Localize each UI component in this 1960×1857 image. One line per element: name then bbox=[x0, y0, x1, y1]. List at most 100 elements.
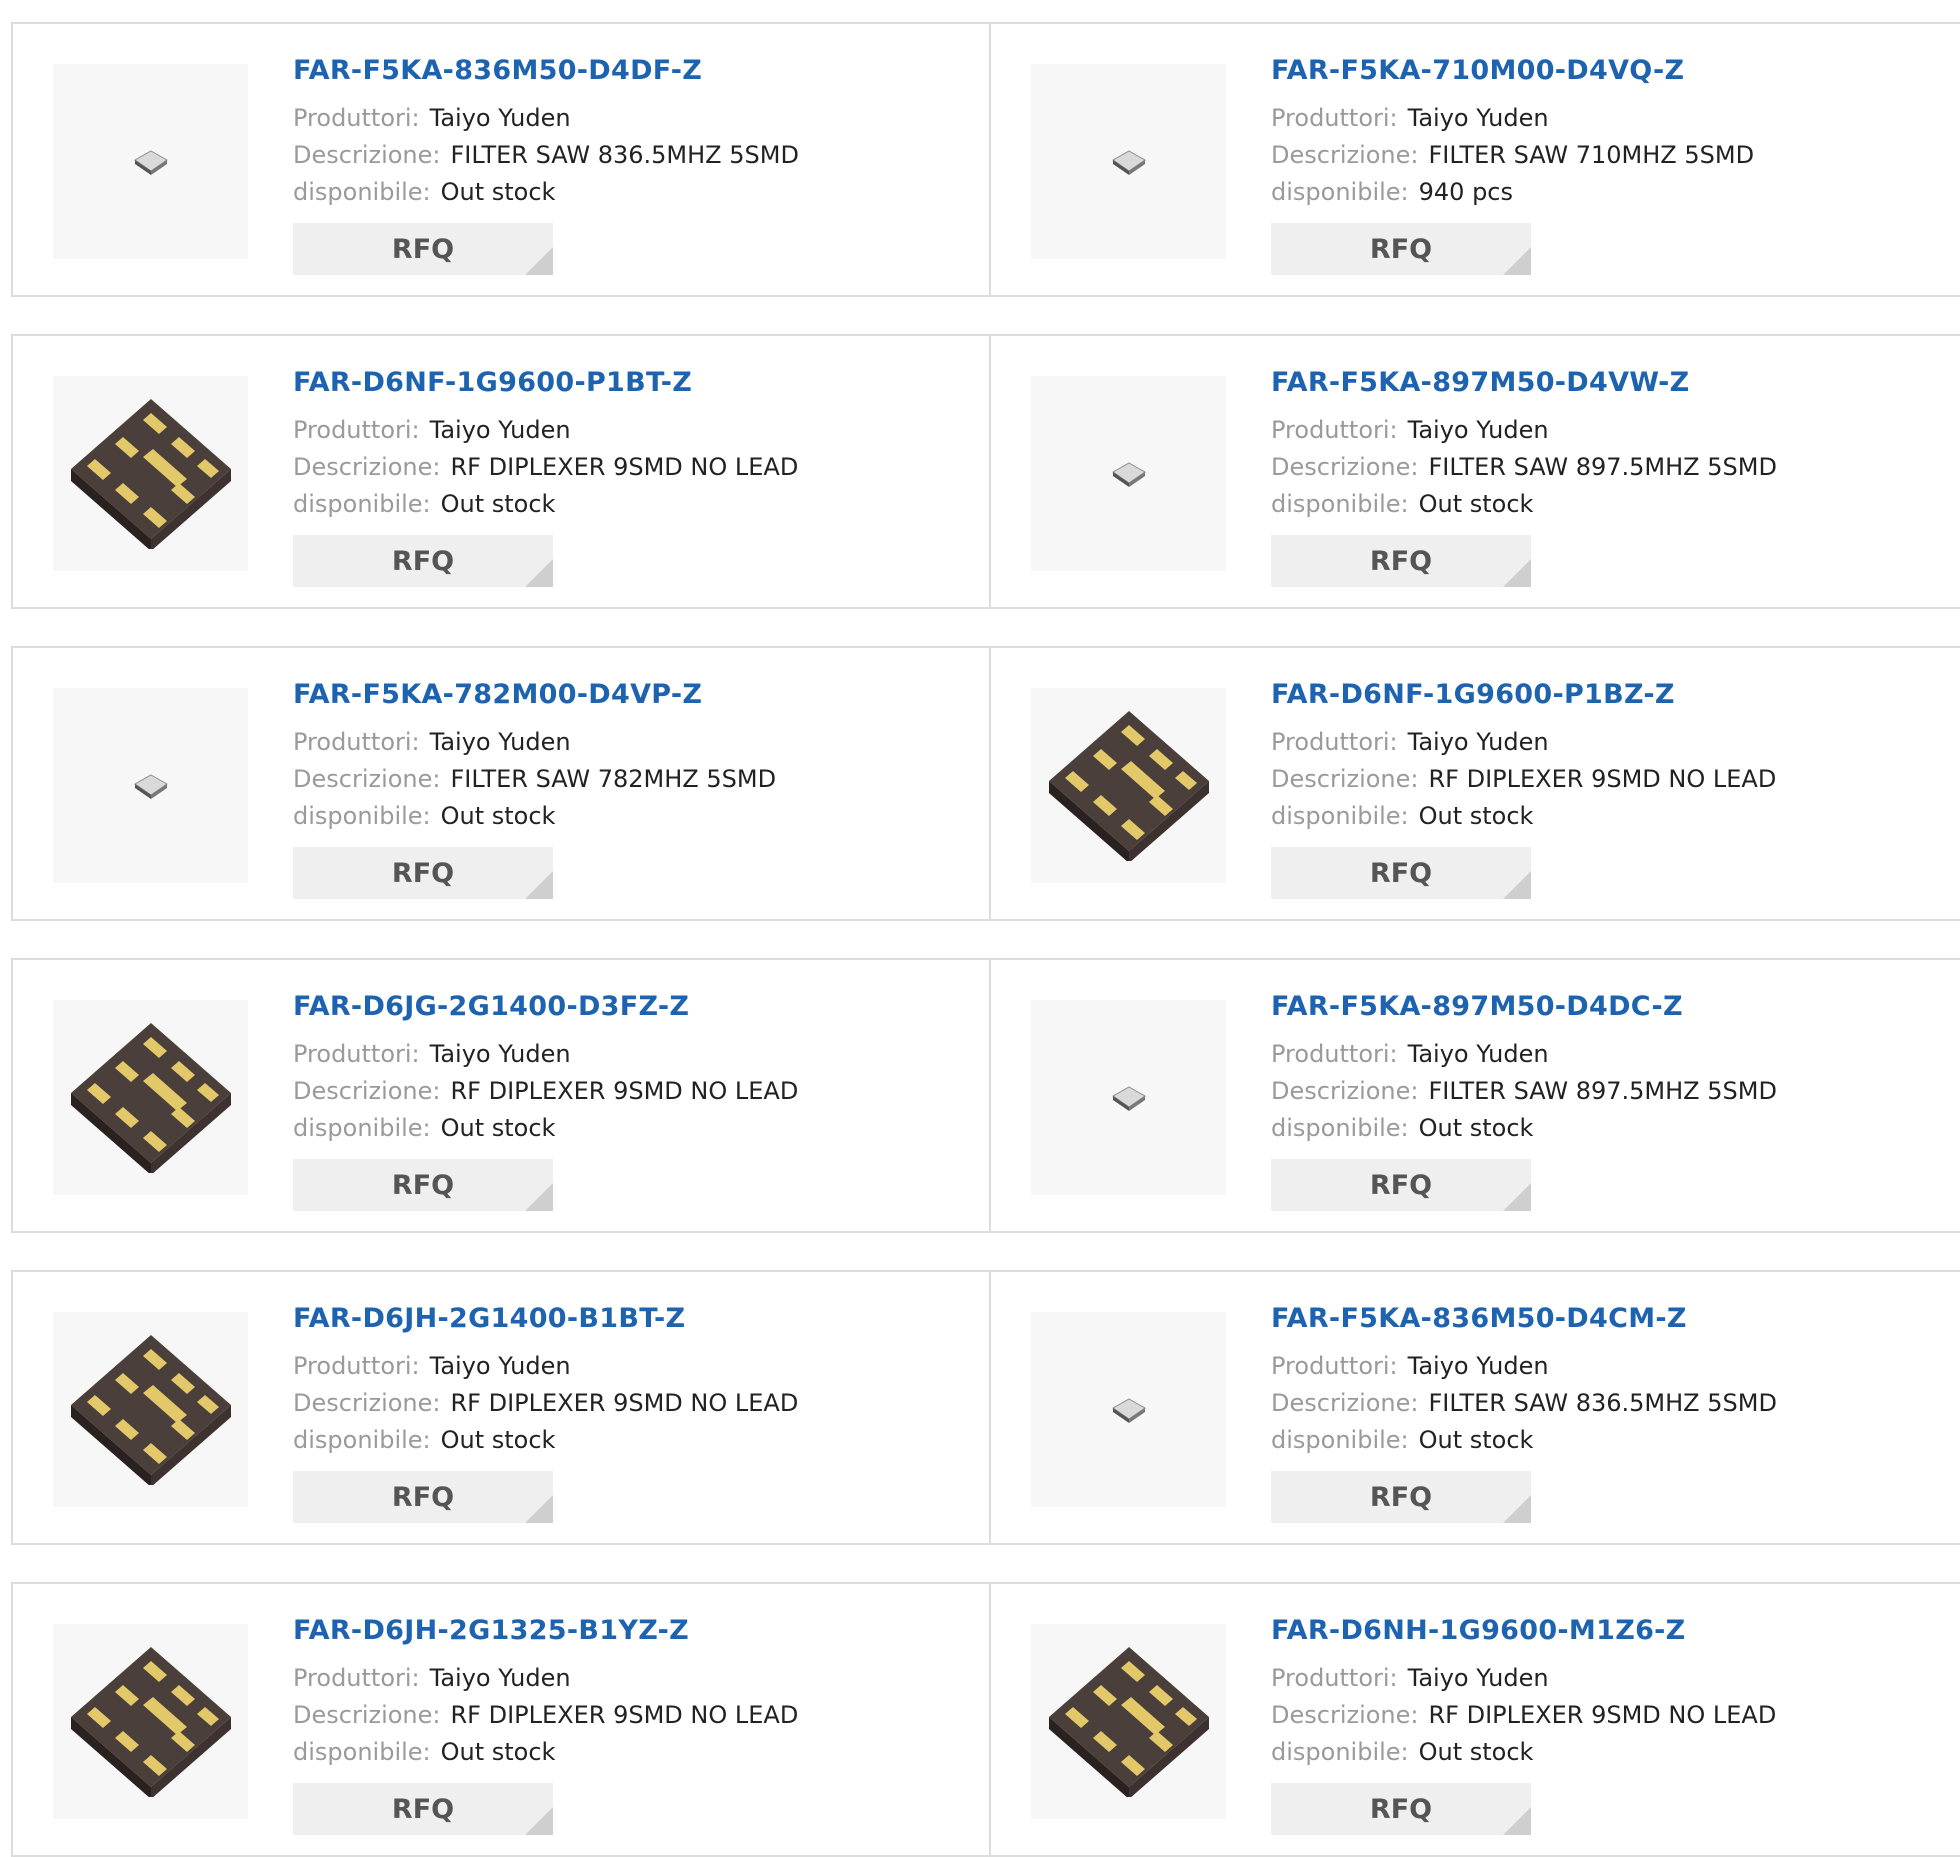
product-image[interactable] bbox=[53, 376, 248, 571]
product-image[interactable] bbox=[1031, 1624, 1226, 1819]
part-number-link[interactable]: FAR-F5KA-710M00-D4VQ-Z bbox=[1271, 54, 1754, 88]
manufacturer-label: Produttori: bbox=[1271, 1352, 1398, 1380]
product-row: FAR-D6JG-2G1400-D3FZ-Z Produttori: Taiyo Y… bbox=[11, 958, 1960, 1233]
description-label: Descrizione: bbox=[293, 1077, 441, 1105]
part-number-link[interactable]: FAR-D6NF-1G9600-P1BZ-Z bbox=[1271, 678, 1776, 712]
rfq-label: RFQ bbox=[391, 1793, 455, 1825]
availability-line: disponibile: Out stock bbox=[293, 1734, 798, 1771]
product-image[interactable] bbox=[53, 1624, 248, 1819]
description-line: Descrizione: RF DIPLEXER 9SMD NO LEAD bbox=[293, 1697, 798, 1734]
corner-triangle-icon bbox=[1503, 1495, 1531, 1523]
product-image[interactable] bbox=[53, 1000, 248, 1195]
rfq-button[interactable]: RFQ bbox=[1271, 1159, 1531, 1211]
description-label: Descrizione: bbox=[293, 1389, 441, 1417]
manufacturer-label: Produttori: bbox=[1271, 1040, 1398, 1068]
availability-value: Out stock bbox=[1418, 1738, 1534, 1766]
rfq-button[interactable]: RFQ bbox=[293, 1471, 553, 1523]
part-number-link[interactable]: FAR-D6JG-2G1400-D3FZ-Z bbox=[293, 990, 798, 1024]
manufacturer-label: Produttori: bbox=[1271, 416, 1398, 444]
rfq-button[interactable]: RFQ bbox=[1271, 847, 1531, 899]
rfq-label: RFQ bbox=[391, 1481, 455, 1513]
part-number-link[interactable]: FAR-D6JH-2G1325-B1YZ-Z bbox=[293, 1614, 798, 1648]
part-number-link[interactable]: FAR-F5KA-897M50-D4VW-Z bbox=[1271, 366, 1777, 400]
diplexer-chip-icon bbox=[61, 398, 241, 549]
availability-value: Out stock bbox=[1418, 1426, 1534, 1454]
product-image[interactable] bbox=[53, 64, 248, 259]
part-number-link[interactable]: FAR-F5KA-836M50-D4DF-Z bbox=[293, 54, 799, 88]
product-image[interactable] bbox=[1031, 688, 1226, 883]
part-number-link[interactable]: FAR-F5KA-836M50-D4CM-Z bbox=[1271, 1302, 1777, 1336]
product-card: FAR-F5KA-897M50-D4VW-Z Produttori: Taiyo Y… bbox=[991, 336, 1960, 607]
small-chip-icon bbox=[1109, 1395, 1149, 1425]
product-image[interactable] bbox=[1031, 1312, 1226, 1507]
rfq-button[interactable]: RFQ bbox=[1271, 535, 1531, 587]
product-image[interactable] bbox=[1031, 1000, 1226, 1195]
manufacturer-line: Produttori: Taiyo Yuden bbox=[293, 724, 776, 761]
corner-triangle-icon bbox=[525, 871, 553, 899]
product-image[interactable] bbox=[1031, 376, 1226, 571]
rfq-button[interactable]: RFQ bbox=[293, 535, 553, 587]
manufacturer-label: Produttori: bbox=[1271, 728, 1398, 756]
description-value: RF DIPLEXER 9SMD NO LEAD bbox=[450, 1389, 799, 1417]
product-info: FAR-F5KA-836M50-D4DF-Z Produttori: Taiyo Y… bbox=[293, 54, 799, 275]
availability-value: Out stock bbox=[440, 1114, 556, 1142]
corner-triangle-icon bbox=[525, 247, 553, 275]
product-info: FAR-D6NF-1G9600-P1BZ-Z Produttori: Taiyo Y… bbox=[1271, 678, 1776, 899]
rfq-button[interactable]: RFQ bbox=[293, 847, 553, 899]
description-line: Descrizione: RF DIPLEXER 9SMD NO LEAD bbox=[293, 1073, 798, 1110]
rfq-button[interactable]: RFQ bbox=[1271, 1783, 1531, 1835]
availability-line: disponibile: Out stock bbox=[293, 798, 776, 835]
diplexer-chip-icon bbox=[61, 1334, 241, 1485]
diplexer-chip-icon bbox=[1039, 1646, 1219, 1797]
availability-value: Out stock bbox=[1418, 490, 1534, 518]
product-row: FAR-F5KA-836M50-D4DF-Z Produttori: Taiyo Y… bbox=[11, 22, 1960, 297]
description-value: RF DIPLEXER 9SMD NO LEAD bbox=[450, 453, 799, 481]
manufacturer-label: Produttori: bbox=[1271, 1664, 1398, 1692]
part-number-link[interactable]: FAR-F5KA-782M00-D4VP-Z bbox=[293, 678, 776, 712]
product-info: FAR-D6JG-2G1400-D3FZ-Z Produttori: Taiyo Y… bbox=[293, 990, 798, 1211]
manufacturer-value: Taiyo Yuden bbox=[1407, 416, 1549, 444]
part-number-link[interactable]: FAR-D6NF-1G9600-P1BT-Z bbox=[293, 366, 798, 400]
product-image[interactable] bbox=[53, 1312, 248, 1507]
manufacturer-label: Produttori: bbox=[293, 1040, 420, 1068]
rfq-label: RFQ bbox=[1369, 1169, 1433, 1201]
rfq-button[interactable]: RFQ bbox=[293, 223, 553, 275]
availability-label: disponibile: bbox=[293, 1114, 431, 1142]
part-number-link[interactable]: FAR-F5KA-897M50-D4DC-Z bbox=[1271, 990, 1777, 1024]
product-info: FAR-F5KA-897M50-D4DC-Z Produttori: Taiyo Y… bbox=[1271, 990, 1777, 1211]
manufacturer-label: Produttori: bbox=[293, 104, 420, 132]
description-line: Descrizione: RF DIPLEXER 9SMD NO LEAD bbox=[293, 449, 798, 486]
part-number-link[interactable]: FAR-D6JH-2G1400-B1BT-Z bbox=[293, 1302, 798, 1336]
product-image[interactable] bbox=[53, 688, 248, 883]
rfq-button[interactable]: RFQ bbox=[293, 1159, 553, 1211]
manufacturer-line: Produttori: Taiyo Yuden bbox=[1271, 724, 1776, 761]
manufacturer-line: Produttori: Taiyo Yuden bbox=[1271, 1348, 1777, 1385]
description-value: FILTER SAW 710MHZ 5SMD bbox=[1428, 141, 1755, 169]
availability-label: disponibile: bbox=[293, 178, 431, 206]
description-label: Descrizione: bbox=[1271, 141, 1419, 169]
corner-triangle-icon bbox=[525, 1495, 553, 1523]
product-info: FAR-D6NF-1G9600-P1BT-Z Produttori: Taiyo Y… bbox=[293, 366, 798, 587]
product-card: FAR-D6JH-2G1325-B1YZ-Z Produttori: Taiyo Y… bbox=[13, 1584, 991, 1855]
description-value: RF DIPLEXER 9SMD NO LEAD bbox=[450, 1077, 799, 1105]
manufacturer-line: Produttori: Taiyo Yuden bbox=[293, 1660, 798, 1697]
part-number-link[interactable]: FAR-D6NH-1G9600-M1Z6-Z bbox=[1271, 1614, 1776, 1648]
rfq-label: RFQ bbox=[391, 857, 455, 889]
description-line: Descrizione: FILTER SAW 897.5MHZ 5SMD bbox=[1271, 1073, 1777, 1110]
availability-label: disponibile: bbox=[1271, 1738, 1409, 1766]
manufacturer-value: Taiyo Yuden bbox=[429, 416, 571, 444]
manufacturer-value: Taiyo Yuden bbox=[429, 1664, 571, 1692]
rfq-label: RFQ bbox=[1369, 1481, 1433, 1513]
manufacturer-value: Taiyo Yuden bbox=[1407, 1664, 1549, 1692]
product-image[interactable] bbox=[1031, 64, 1226, 259]
availability-value: Out stock bbox=[440, 1426, 556, 1454]
rfq-button[interactable]: RFQ bbox=[293, 1783, 553, 1835]
description-value: RF DIPLEXER 9SMD NO LEAD bbox=[1428, 765, 1777, 793]
availability-label: disponibile: bbox=[1271, 1426, 1409, 1454]
description-line: Descrizione: FILTER SAW 710MHZ 5SMD bbox=[1271, 137, 1754, 174]
description-value: FILTER SAW 836.5MHZ 5SMD bbox=[1428, 1389, 1777, 1417]
rfq-button[interactable]: RFQ bbox=[1271, 1471, 1531, 1523]
rfq-button[interactable]: RFQ bbox=[1271, 223, 1531, 275]
availability-line: disponibile: Out stock bbox=[1271, 1422, 1777, 1459]
diplexer-chip-icon bbox=[61, 1022, 241, 1173]
